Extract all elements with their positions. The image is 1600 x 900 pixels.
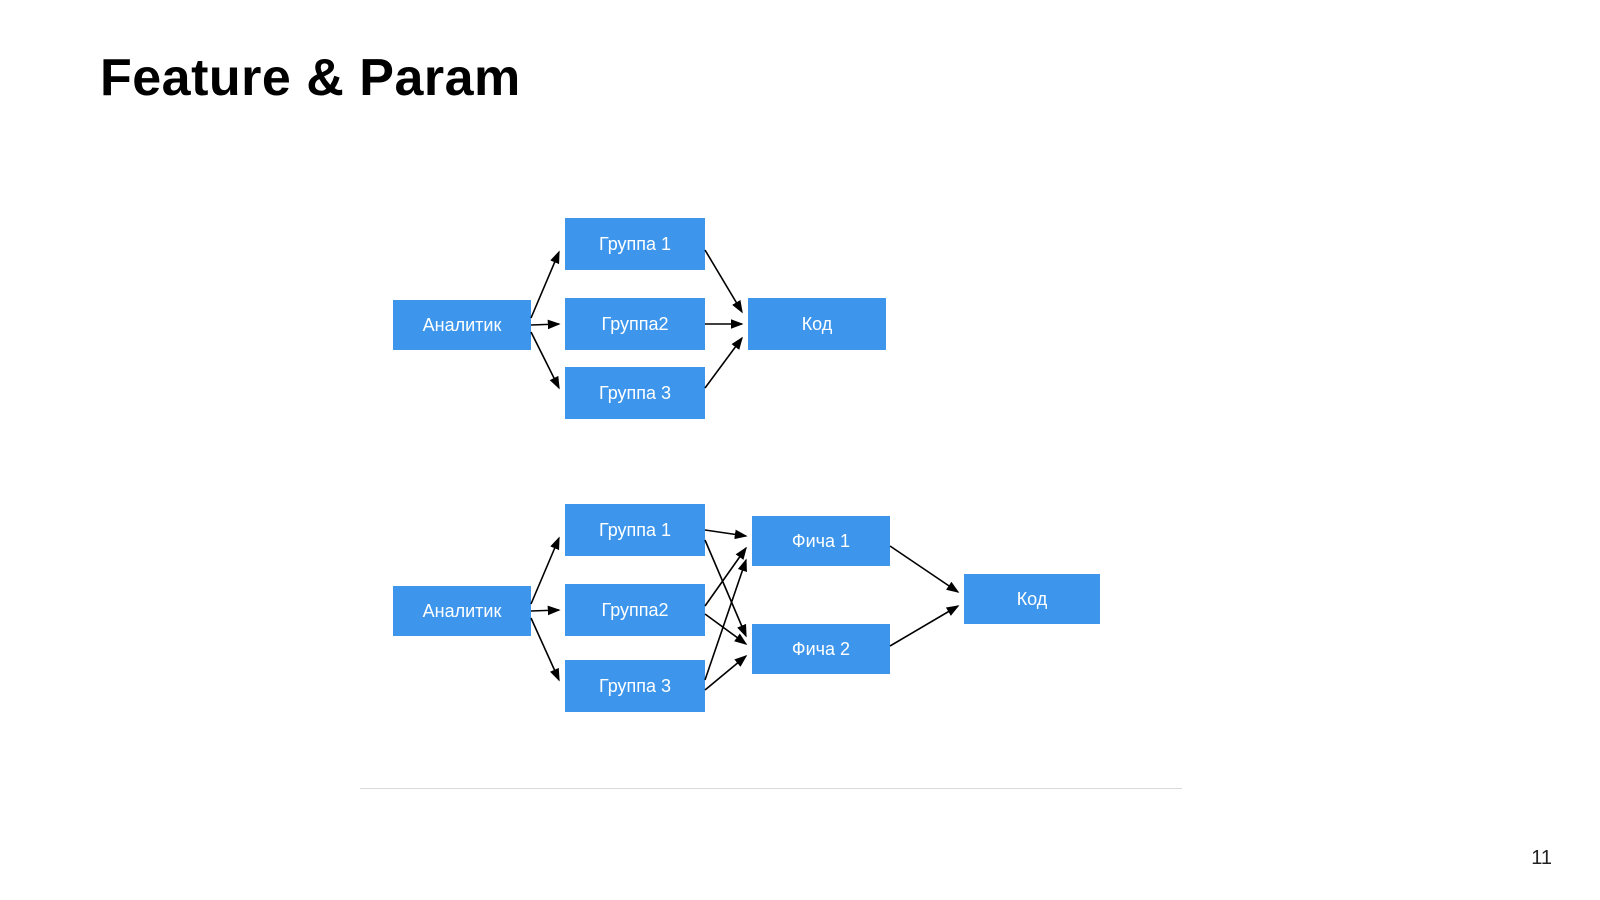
d2-feature2-node: Фича 2 xyxy=(752,624,890,674)
d2-group1-label: Группа 1 xyxy=(599,520,671,541)
d2-code-label: Код xyxy=(1017,589,1048,610)
d1-group2-label: Группа2 xyxy=(601,314,668,335)
d1-group2-node: Группа2 xyxy=(565,298,705,350)
d2-analyst-node: Аналитик xyxy=(393,586,531,636)
footer-divider xyxy=(360,788,1182,789)
d1-group3-label: Группа 3 xyxy=(599,383,671,404)
d2-group2-label: Группа2 xyxy=(601,600,668,621)
d2-feature1-node: Фича 1 xyxy=(752,516,890,566)
d1-code-node: Код xyxy=(748,298,886,350)
page-number: 11 xyxy=(1531,847,1552,870)
slide-title: Feature & Param xyxy=(100,48,521,108)
d1-group1-node: Группа 1 xyxy=(565,218,705,270)
d1-group3-node: Группа 3 xyxy=(565,367,705,419)
d2-group3-label: Группа 3 xyxy=(599,676,671,697)
d2-feature2-label: Фича 2 xyxy=(792,639,850,660)
arrows-layer xyxy=(0,0,1600,900)
d1-group1-label: Группа 1 xyxy=(599,234,671,255)
d2-group1-node: Группа 1 xyxy=(565,504,705,556)
d2-group3-node: Группа 3 xyxy=(565,660,705,712)
d2-feature1-label: Фича 1 xyxy=(792,531,850,552)
d1-analyst-label: Аналитик xyxy=(423,315,502,336)
d2-code-node: Код xyxy=(964,574,1100,624)
d2-group2-node: Группа2 xyxy=(565,584,705,636)
d2-analyst-label: Аналитик xyxy=(423,601,502,622)
d1-code-label: Код xyxy=(802,314,833,335)
d1-analyst-node: Аналитик xyxy=(393,300,531,350)
